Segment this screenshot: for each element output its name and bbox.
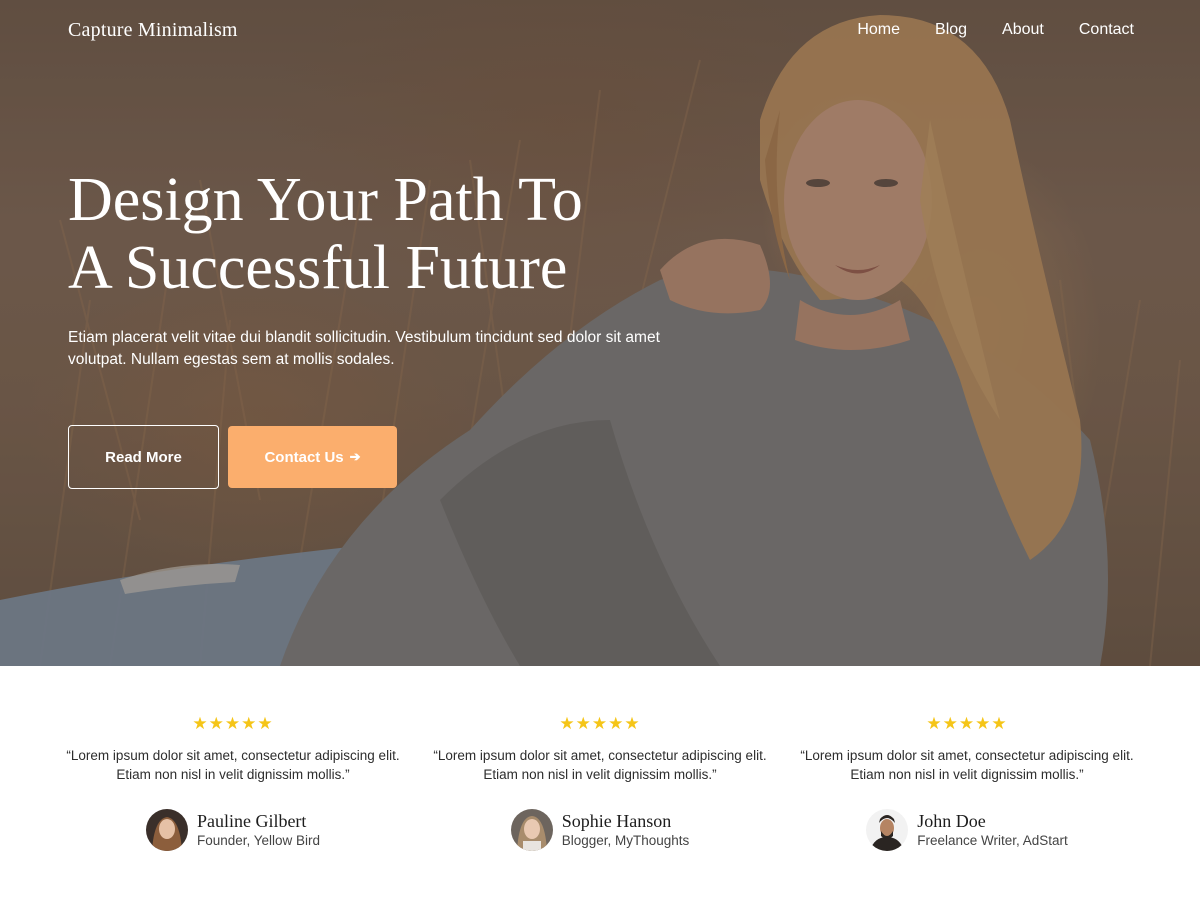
main-nav: Home Blog About Contact: [857, 21, 1134, 39]
testimonial-author: Sophie Hanson Blogger, MyThoughts: [430, 808, 770, 852]
testimonial-quote: “Lorem ipsum dolor sit amet, consectetur…: [66, 748, 400, 782]
star-rating-icon: ★★★★★: [926, 714, 1008, 733]
testimonial-quote: “Lorem ipsum dolor sit amet, consectetur…: [433, 748, 767, 782]
star-rating-icon: ★★★★★: [192, 714, 274, 733]
testimonial-author: Pauline Gilbert Founder, Yellow Bird: [63, 808, 403, 852]
site-title-link[interactable]: Capture Minimalism: [68, 19, 238, 42]
site-header: Capture Minimalism Home Blog About Conta…: [0, 0, 1200, 62]
author-role: Founder, Yellow Bird: [196, 833, 321, 848]
hero-title-line-1: Design Your Path To: [68, 166, 583, 234]
author-name: Sophie Hanson: [561, 811, 672, 831]
testimonials-section: ★★★★★ “Lorem ipsum dolor sit amet, conse…: [0, 666, 1200, 900]
hero-description: Etiam placerat velit vitae dui blandit s…: [68, 329, 660, 368]
avatar: [510, 809, 553, 851]
author-name: Pauline Gilbert: [196, 811, 307, 831]
author-name: John Doe: [917, 811, 986, 831]
nav-link-about[interactable]: About: [1002, 21, 1044, 39]
nav-link-contact[interactable]: Contact: [1079, 21, 1134, 39]
testimonial-author: John Doe Freelance Writer, AdStart: [797, 808, 1137, 852]
nav-link-home[interactable]: Home: [857, 21, 900, 39]
nav-link-blog[interactable]: Blog: [935, 21, 967, 39]
read-more-label: Read More: [105, 448, 182, 466]
arrow-right-icon: ➔: [349, 449, 361, 464]
hero-title: Design Your Path To A Successful Future: [68, 166, 708, 302]
avatar: [145, 809, 188, 851]
avatar: [866, 809, 909, 851]
contact-us-button[interactable]: Contact Us ➔: [228, 426, 397, 488]
author-role: Freelance Writer, AdStart: [917, 833, 1068, 848]
testimonial-quote: “Lorem ipsum dolor sit amet, consectetur…: [800, 748, 1134, 782]
contact-us-label: Contact Us: [264, 448, 344, 466]
hero-section: Capture Minimalism Home Blog About Conta…: [0, 0, 1200, 666]
read-more-button[interactable]: Read More: [68, 425, 219, 489]
author-role: Blogger, MyThoughts: [561, 833, 690, 848]
star-rating-icon: ★★★★★: [559, 714, 641, 733]
hero-title-line-2: A Successful Future: [68, 234, 568, 302]
